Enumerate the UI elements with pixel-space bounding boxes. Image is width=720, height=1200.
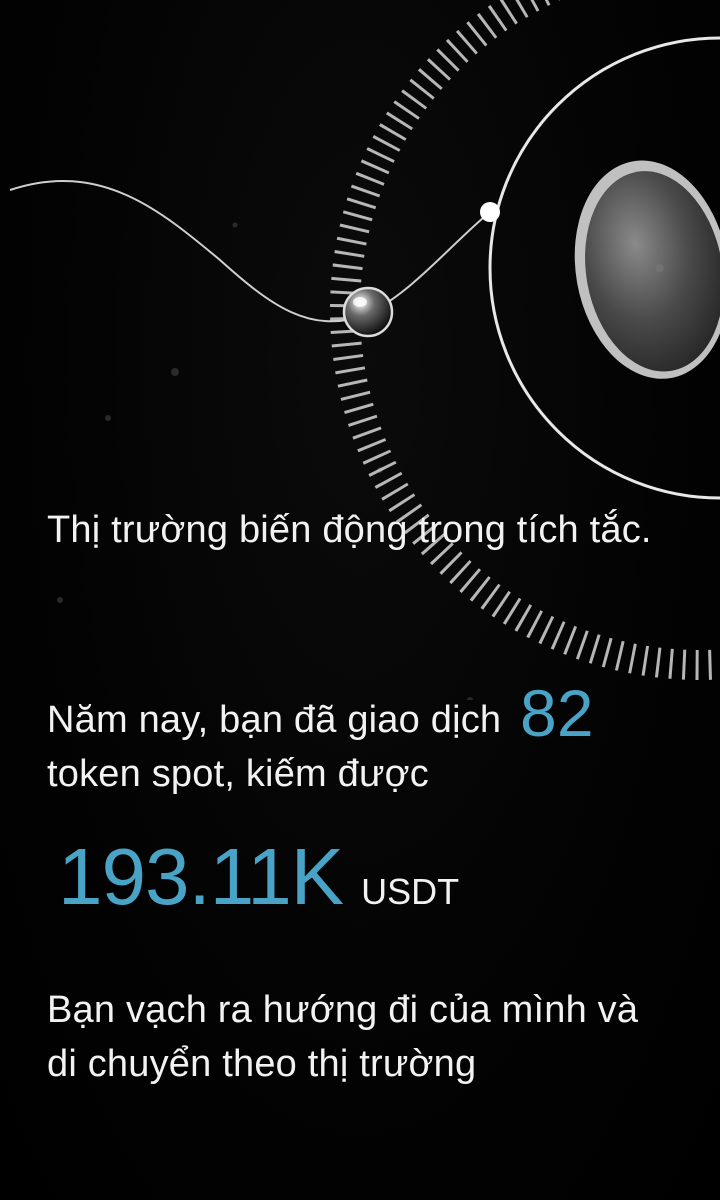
- wave-line: [9, 180, 491, 323]
- background-particles: [57, 222, 473, 700]
- bead-icon: [342, 286, 394, 338]
- orbit-node-icon: [480, 202, 500, 222]
- stats-prefix: Năm nay, bạn đã giao dịch: [47, 699, 502, 741]
- earnings-unit: USDT: [361, 871, 460, 912]
- headline-text: Thị trường biến động trong tích tắc.: [47, 509, 652, 551]
- stats-suffix: token spot, kiếm được: [47, 753, 429, 795]
- closing-text: Bạn vạch ra hướng đi của mình và di chuy…: [47, 989, 639, 1085]
- orb-icon: [574, 160, 720, 379]
- earnings-display: 193.11K USDT: [58, 832, 459, 922]
- trade-stats-text: Năm nay, bạn đã giao dịch 82 token spot, …: [47, 680, 667, 801]
- earnings-value: 193.11K: [58, 832, 344, 921]
- token-count: 82: [520, 676, 594, 750]
- hero-illustration: [9, 0, 720, 700]
